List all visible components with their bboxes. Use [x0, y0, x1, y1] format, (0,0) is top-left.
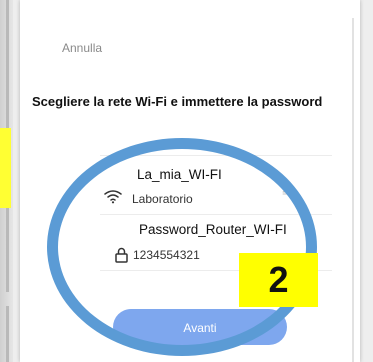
wifi-network-callout: La_mia_WI-FI [137, 167, 222, 182]
yellow-highlight-tab [0, 128, 11, 208]
lock-icon [115, 247, 128, 263]
step-number-badge: 2 [239, 253, 318, 307]
cancel-link[interactable]: Annulla [62, 41, 102, 55]
password-field[interactable]: 1234554321 [133, 248, 200, 262]
left-divider-lower [6, 306, 9, 362]
wifi-field-underline [100, 214, 332, 215]
next-button[interactable]: Avanti [113, 309, 287, 345]
right-divider [352, 18, 354, 362]
swap-icon[interactable]: ⇋ [282, 186, 292, 200]
wifi-network-field[interactable]: Laboratorio [132, 192, 193, 206]
separator-line [100, 155, 332, 156]
password-callout: Password_Router_WI-FI [139, 222, 287, 237]
wifi-icon [104, 190, 122, 204]
page-title: Scegliere la rete Wi-Fi e immettere la p… [32, 94, 323, 109]
